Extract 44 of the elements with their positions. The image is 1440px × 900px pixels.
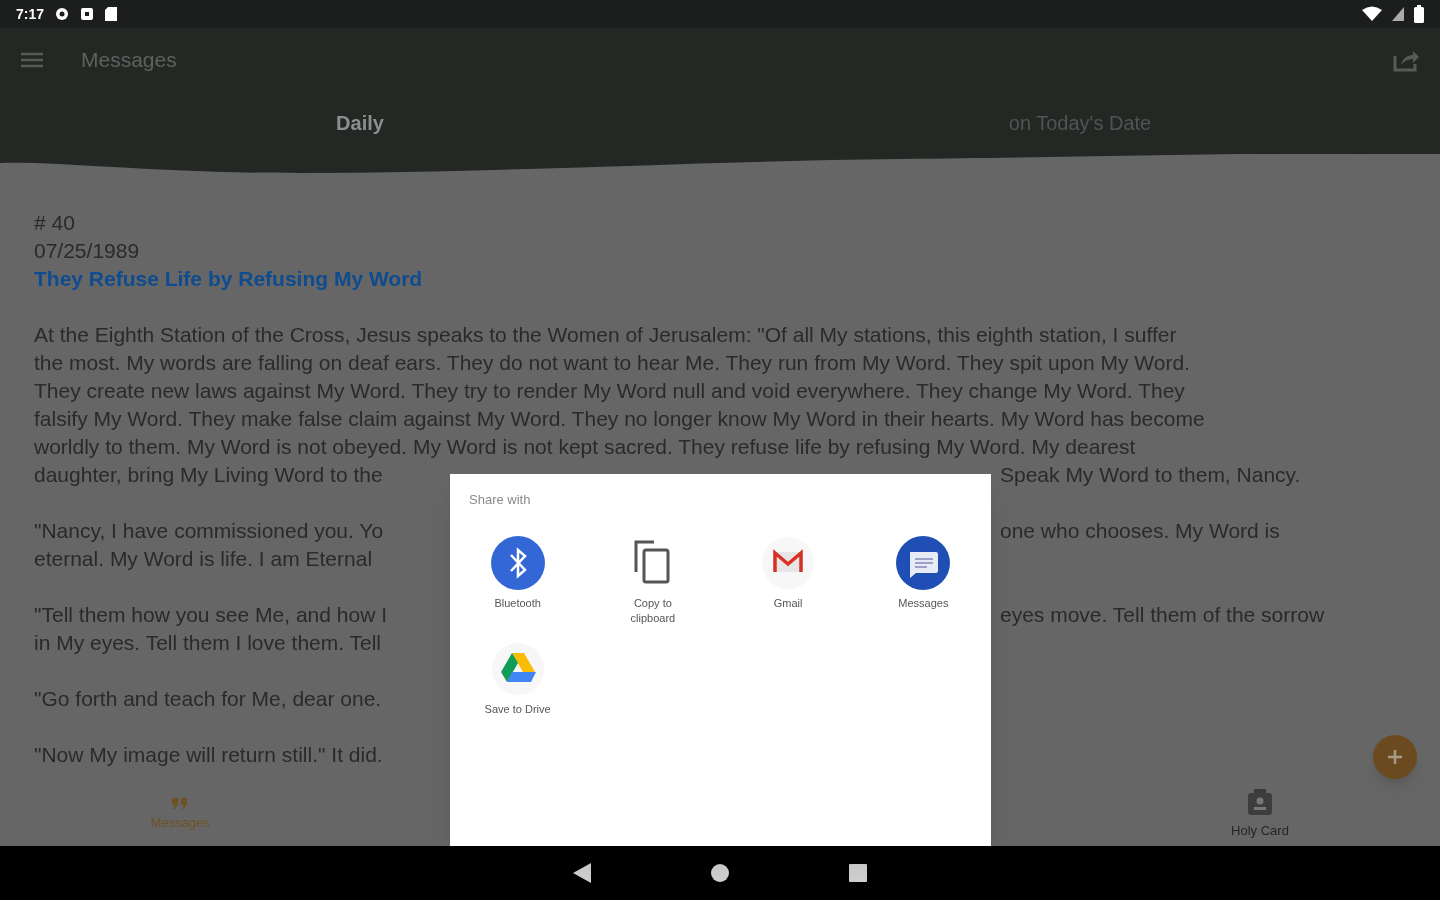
toolbar-title: Messages <box>81 47 177 74</box>
message-text: eternal. My Word is life. I am Eternal <box>34 547 373 570</box>
message-text: the most. My words are falling on deaf ears. They do not want to hear Me. They run from My Word. They spit upon My Word. <box>34 351 1190 374</box>
message-text: "Tell them how you see Me, and how I <box>34 603 387 626</box>
message-text: in My eyes. Tell them I love them. Tell <box>34 631 382 654</box>
chat-icon <box>896 535 951 590</box>
signal-icon <box>1392 7 1404 21</box>
share-target[interactable]: Save to Drive <box>450 641 586 717</box>
message-text: falsify My Word. They make false claim against My Word. They no longer know My Word in their hearts. My Word has become <box>34 407 1205 430</box>
menu-icon[interactable] <box>20 51 44 69</box>
share-target[interactable]: Copy to clipboard <box>585 535 721 626</box>
clock: 7:17 <box>16 4 45 24</box>
share-target[interactable]: Messages <box>855 535 991 626</box>
add-button[interactable] <box>1373 735 1417 779</box>
id-card-icon <box>1248 789 1272 818</box>
message-text: "Go forth and teach for Me, dear one. <box>34 687 382 710</box>
bluetooth-icon <box>490 535 545 590</box>
dialog-title: Share with <box>468 491 532 509</box>
share-target[interactable]: Bluetooth <box>450 535 586 626</box>
message-text: eyes move. Tell them of the sorrow <box>1000 602 1325 628</box>
message-text: one who chooses. My Word is <box>1000 518 1280 544</box>
square-icon <box>80 7 95 21</box>
message-text: "Nancy, I have commissioned you. Yo <box>34 519 384 542</box>
wifi-icon <box>1362 6 1382 22</box>
sd-card-icon <box>104 6 119 22</box>
plus-icon <box>1387 749 1403 765</box>
message-text: daughter, bring My Living Word to the <box>34 463 383 486</box>
drive-icon <box>490 641 545 696</box>
tab[interactable]: Daily <box>0 92 720 154</box>
battery-icon <box>1414 5 1424 23</box>
message-text: They create new laws against My Word. They try to render My Word null and void everywhere. They change My Word. They <box>34 379 1185 402</box>
home-icon[interactable] <box>711 864 729 882</box>
share-target[interactable]: Gmail <box>720 535 856 626</box>
message-date: 07/25/1989 <box>34 238 141 264</box>
message-text: Speak My Word to them, Nancy. <box>1000 462 1301 488</box>
quote-icon <box>171 797 189 810</box>
message-text: At the Eighth Station of the Cross, Jesus speaks to the Women of Jerusalem: "Of all My stations, this eighth station, I suffer <box>34 323 1177 346</box>
message-title: They Refuse Life by Refusing My Word <box>34 266 424 292</box>
message-text: worldly to them. My Word is not obeyed. My Word is not kept sacred. They refuse life by refusing My Word. My dearest <box>34 435 1136 458</box>
mail-icon <box>761 535 816 590</box>
share-icon[interactable] <box>1392 48 1420 72</box>
back-icon[interactable] <box>573 863 591 883</box>
message-text: "Now My image will return still." It did. <box>34 743 383 766</box>
message-number: # 40 <box>34 210 76 236</box>
